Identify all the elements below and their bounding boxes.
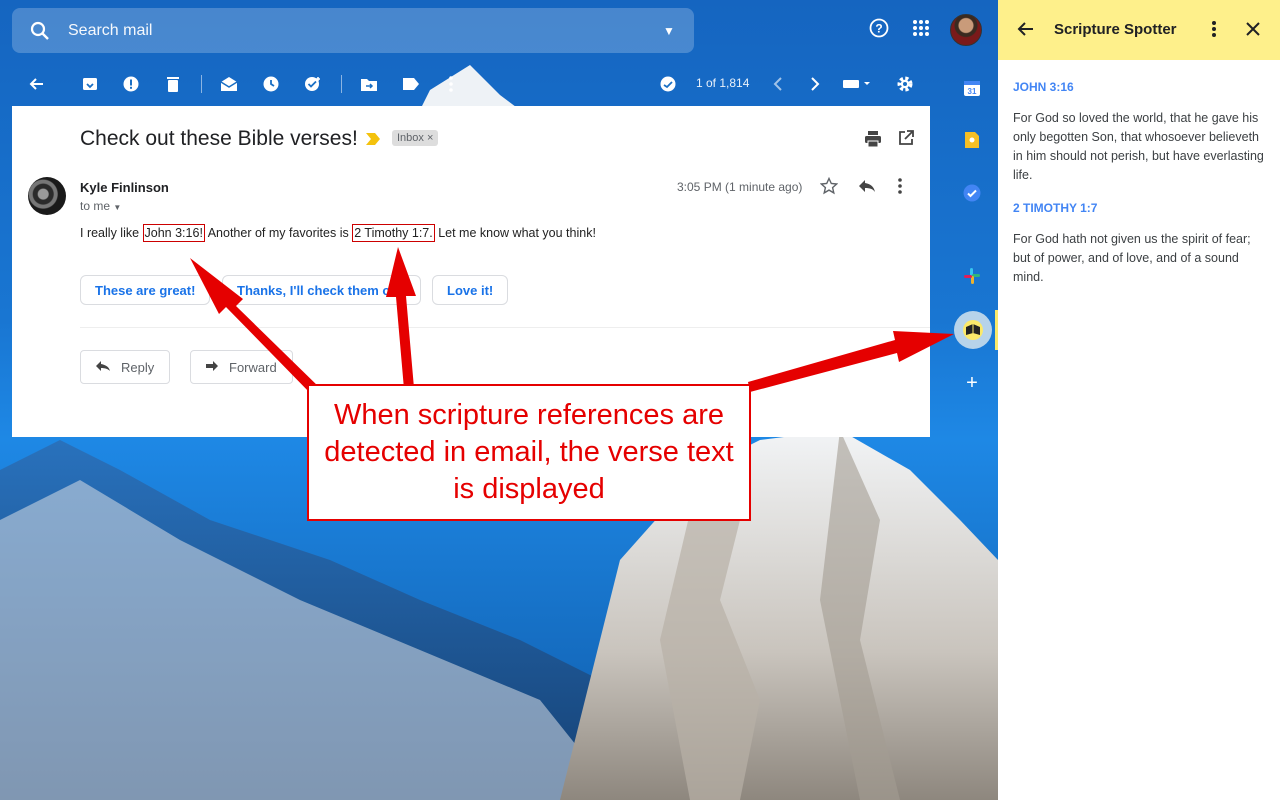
back-arrow-icon[interactable]: [27, 74, 47, 94]
label-icon[interactable]: [401, 74, 421, 94]
inbox-label-chip[interactable]: Inbox ×: [392, 130, 439, 146]
help-icon[interactable]: ?: [867, 16, 891, 40]
search-bar[interactable]: Search mail ▼: [12, 8, 694, 53]
search-options-icon[interactable]: ▼: [644, 24, 694, 38]
panel-title: Scripture Spotter: [1054, 21, 1177, 38]
message-more-icon[interactable]: [898, 178, 902, 199]
report-spam-icon[interactable]: [121, 74, 141, 94]
email-timestamp: 3:05 PM (1 minute ago): [677, 180, 803, 194]
panel-close-icon[interactable]: [1243, 19, 1263, 44]
reply-button[interactable]: Reply: [80, 350, 171, 384]
archive-icon[interactable]: [80, 74, 100, 94]
scripture-reference-highlight: John 3:16!: [142, 224, 205, 242]
panel-more-icon[interactable]: [1204, 19, 1224, 44]
tasks-icon[interactable]: [962, 183, 982, 203]
paging-count: 1 of 1,814: [696, 76, 750, 90]
calendar-icon[interactable]: 31: [962, 78, 982, 98]
keep-icon[interactable]: [962, 130, 982, 150]
panel-header: Scripture Spotter: [998, 0, 1280, 60]
scripture-spotter-panel: Scripture Spotter JOHN 3:16 For God so l…: [998, 0, 1280, 800]
message-divider: [80, 327, 930, 328]
star-icon[interactable]: [819, 176, 839, 200]
recipient-text: to me: [80, 199, 111, 213]
svg-text:?: ?: [875, 22, 882, 36]
delete-icon[interactable]: [163, 74, 183, 94]
toolbar-divider: [341, 75, 342, 93]
panel-back-arrow-icon[interactable]: [1016, 19, 1036, 44]
input-tools-icon[interactable]: [842, 74, 874, 94]
email-body: I really like John 3:16! Another of my f…: [80, 224, 596, 242]
smart-reply-chip[interactable]: These are great!: [80, 275, 211, 305]
addon-side-rail: [946, 62, 998, 800]
annotation-callout: When scripture references are detected i…: [307, 384, 751, 521]
open-new-window-icon[interactable]: [898, 130, 914, 151]
verse-text: For God hath not given us the spirit of …: [1013, 232, 1251, 284]
settings-gear-icon[interactable]: [895, 74, 915, 94]
email-subject: Check out these Bible verses!: [80, 127, 358, 150]
mail-toolbar: 1 of 1,814: [0, 62, 930, 106]
forward-button[interactable]: Forward: [190, 350, 293, 384]
reply-button-label: Reply: [121, 359, 155, 375]
recipient-details-chevron-icon[interactable]: ▼: [113, 203, 121, 212]
search-input[interactable]: Search mail: [68, 22, 644, 40]
print-icon[interactable]: [864, 130, 882, 153]
conversation-icon[interactable]: [658, 74, 678, 94]
move-to-icon[interactable]: [359, 74, 379, 94]
forward-button-label: Forward: [229, 359, 277, 375]
body-text-part: Another of my favorites is: [204, 226, 353, 240]
reply-arrow-icon: [95, 359, 111, 375]
scripture-spotter-addon-icon[interactable]: [954, 311, 992, 349]
search-icon[interactable]: [12, 21, 68, 41]
verse-text: For God so loved the world, that he gave…: [1013, 111, 1264, 182]
verse-reference: 2 TIMOTHY 1:7: [1013, 201, 1098, 215]
body-text-part: Let me know what you think!: [434, 226, 596, 240]
sender-avatar[interactable]: [28, 177, 66, 215]
toolbar-divider: [201, 75, 202, 93]
smart-reply-chip[interactable]: Love it!: [432, 275, 509, 305]
body-text-part: I really like: [80, 226, 143, 240]
get-addons-plus-icon[interactable]: +: [962, 372, 982, 394]
annotation-callout-text: When scripture references are detected i…: [324, 399, 734, 505]
reply-icon[interactable]: [858, 179, 876, 198]
mark-unread-icon[interactable]: [219, 74, 239, 94]
recipient-line[interactable]: to me ▼: [80, 199, 121, 213]
sender-name[interactable]: Kyle Finlinson: [80, 180, 169, 195]
importance-marker-icon[interactable]: [366, 132, 380, 145]
account-avatar[interactable]: [950, 14, 982, 46]
newer-chevron-icon[interactable]: [768, 74, 788, 94]
apps-grid-icon[interactable]: [909, 16, 933, 40]
forward-arrow-icon: [205, 359, 219, 375]
scripture-reference-highlight: 2 Timothy 1:7.: [352, 224, 435, 242]
slack-icon[interactable]: [962, 266, 982, 286]
snooze-icon[interactable]: [261, 74, 281, 94]
svg-text:31: 31: [968, 87, 977, 96]
more-options-icon[interactable]: [441, 74, 461, 94]
verse-reference: JOHN 3:16: [1013, 80, 1074, 94]
smart-reply-chip[interactable]: Thanks, I'll check them out.: [222, 275, 422, 305]
older-chevron-icon[interactable]: [805, 74, 825, 94]
add-task-icon[interactable]: [303, 74, 323, 94]
